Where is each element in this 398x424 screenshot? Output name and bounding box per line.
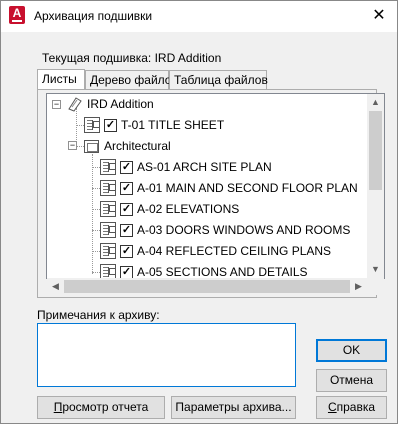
horizontal-scroll-thumb[interactable] — [64, 280, 350, 293]
subset-label: Architectural — [104, 139, 171, 153]
include-checkbox[interactable]: ✓ — [104, 119, 117, 132]
help-label-rest: правка — [336, 400, 376, 414]
view-report-button[interactable]: Просмотр отчета — [37, 396, 165, 419]
scroll-down-icon[interactable]: ▼ — [367, 261, 384, 278]
cancel-button[interactable]: Отмена — [316, 369, 387, 392]
sheet-label: A-01 MAIN AND SECOND FLOOR PLAN — [137, 181, 358, 195]
include-checkbox[interactable]: ✓ — [120, 161, 133, 174]
include-checkbox[interactable]: ✓ — [120, 224, 133, 237]
tab-sheets[interactable]: Листы — [37, 69, 85, 90]
title-bar: A Архивация подшивки ✕ — [1, 1, 397, 32]
sheet-label: A-04 REFLECTED CEILING PLANS — [137, 244, 332, 258]
close-icon[interactable]: ✕ — [369, 6, 389, 26]
sheet-icon — [100, 243, 116, 259]
tab-file-table[interactable]: Таблица файлов — [169, 70, 268, 89]
window-title: Архивация подшивки — [34, 9, 153, 23]
help-accel: С — [327, 400, 337, 414]
include-checkbox[interactable]: ✓ — [120, 182, 133, 195]
sheet-icon — [100, 159, 116, 175]
sheet-icon — [100, 201, 116, 217]
include-checkbox[interactable]: ✓ — [120, 245, 133, 258]
sheet-label: T-01 TITLE SHEET — [121, 118, 225, 132]
view-report-label-rest: росмотр отчета — [62, 400, 149, 414]
sheet-label: AS-01 ARCH SITE PLAN — [137, 160, 272, 174]
scroll-right-icon[interactable]: ▶ — [350, 278, 367, 295]
archive-dialog: A Архивация подшивки ✕ Текущая подшивка:… — [0, 0, 398, 424]
scrollbar-corner — [367, 278, 384, 295]
tab-file-tree[interactable]: Дерево файлов — [85, 70, 178, 89]
vertical-scrollbar[interactable]: ▲ ▼ — [367, 94, 384, 278]
sheet-icon — [100, 264, 116, 278]
sheet-icon — [84, 117, 100, 133]
sheet-label: A-02 ELEVATIONS — [137, 202, 240, 216]
sheet-icon — [100, 180, 116, 196]
tree-root-label: IRD Addition — [87, 97, 154, 111]
include-checkbox[interactable]: ✓ — [120, 203, 133, 216]
scroll-left-icon[interactable]: ◀ — [47, 278, 64, 295]
sheet-set-icon — [68, 97, 82, 112]
sheet-label: A-03 DOORS WINDOWS AND ROOMS — [137, 223, 351, 237]
scroll-up-icon[interactable]: ▲ — [367, 94, 384, 111]
subset-folder-icon — [84, 140, 99, 153]
sheet-label: A-05 SECTIONS AND DETAILS — [137, 265, 308, 279]
sheet-icon — [100, 222, 116, 238]
collapse-icon[interactable]: − — [68, 141, 77, 150]
vertical-scroll-thumb[interactable] — [369, 111, 382, 190]
sheet-tree[interactable]: − IRD Addition ✓ T-01 TITLE SHEET − Arch… — [46, 93, 385, 279]
collapse-icon[interactable]: − — [52, 100, 61, 109]
autocad-app-icon: A — [9, 6, 25, 24]
archive-notes-label: Примечания к архиву: — [37, 308, 160, 322]
archive-notes-field[interactable] — [37, 323, 296, 387]
horizontal-scrollbar[interactable]: ◀ ▶ — [47, 278, 367, 295]
help-button[interactable]: Справка — [316, 396, 387, 419]
current-sheet-set-label: Текущая подшивка: IRD Addition — [42, 51, 222, 65]
ok-button[interactable]: OK — [316, 339, 387, 362]
archive-options-button[interactable]: Параметры архива... — [171, 396, 296, 419]
